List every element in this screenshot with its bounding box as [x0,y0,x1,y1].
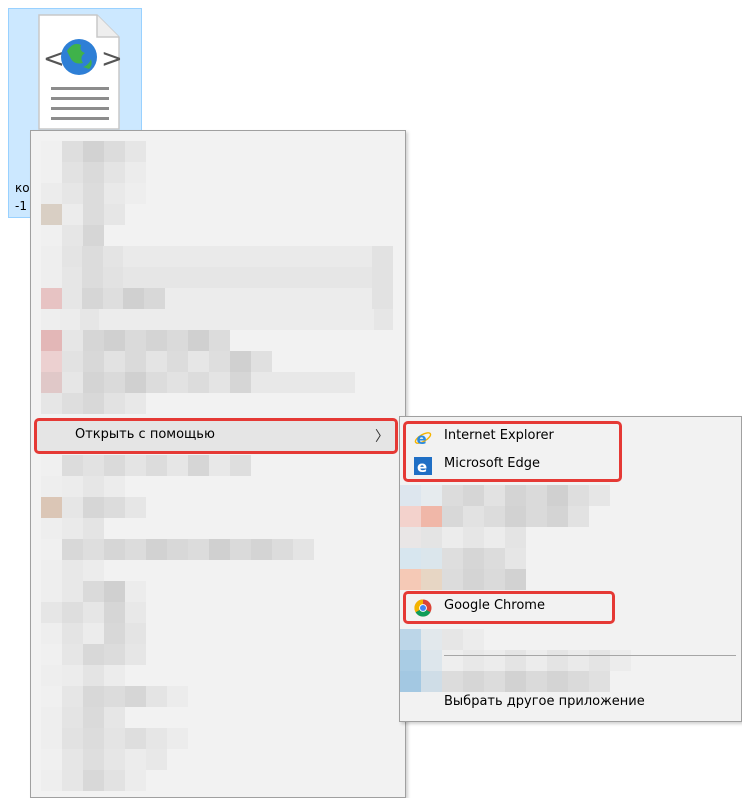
svg-text:e: e [417,430,427,447]
blurred-menu-item [41,497,146,518]
blurred-menu-item [41,518,104,539]
blurred-menu-item [41,309,393,330]
blurred-menu-item [41,246,394,267]
blurred-menu-item [41,225,104,246]
blurred-submenu-item [400,569,526,590]
microsoft-edge-icon: e [414,457,432,475]
submenu-item-internet-explorer[interactable]: e Internet Explorer [400,423,741,451]
blurred-submenu-item [400,527,526,548]
submenu-separator [444,655,736,656]
blurred-menu-item [41,351,272,372]
blurred-submenu-item [400,485,610,506]
blurred-menu-item [41,330,230,351]
context-menu: Открыть с помощью 〉 [30,130,406,798]
blurred-menu-item [41,288,394,309]
google-chrome-icon [414,599,432,617]
google-chrome-label: Google Chrome [444,598,545,613]
blurred-menu-item [41,560,104,581]
blurred-submenu-item [400,650,631,671]
submenu-item-choose-other-app[interactable]: Выбрать другое приложение [400,689,741,717]
chevron-right-icon: 〉 [375,429,389,445]
blurred-menu-item [41,372,393,393]
blurred-menu-item [41,141,146,162]
blurred-menu-item [41,665,125,686]
blurred-menu-item [41,455,251,476]
blurred-menu-item [41,267,394,288]
choose-other-app-label: Выбрать другое приложение [444,694,645,709]
blurred-menu-item [41,707,125,728]
internet-explorer-icon: e [414,430,432,447]
blurred-menu-item [41,686,188,707]
blurred-menu-item [41,728,188,749]
blurred-menu-item [41,476,125,497]
open-with-submenu: e Internet Explorer e Microsoft Edge Goo… [399,416,742,722]
blurred-submenu-item [400,629,484,650]
blurred-menu-item [41,644,146,665]
blurred-menu-item [41,770,146,791]
html-globe-file-icon: < > [38,14,123,130]
file-name-label: ко -1 [15,181,30,213]
blurred-menu-item [41,162,146,183]
internet-explorer-label: Internet Explorer [444,428,554,443]
blurred-menu-item [41,623,146,644]
blurred-menu-item [41,539,314,560]
svg-text:>: > [101,44,123,74]
blurred-submenu-item [400,506,589,527]
blurred-menu-item [41,581,146,602]
blurred-menu-item [41,602,146,623]
svg-text:e: e [417,458,427,475]
desktop: < > ко -1 Открыть с помощью 〉 e Internet… [0,0,742,798]
blurred-menu-item [41,183,146,204]
blurred-menu-item [41,393,146,414]
blurred-menu-item [41,204,125,225]
open-with-menu-item[interactable]: Открыть с помощью 〉 [37,421,397,451]
microsoft-edge-label: Microsoft Edge [444,456,541,471]
open-with-label: Открыть с помощью [75,427,215,442]
submenu-item-google-chrome[interactable]: Google Chrome [400,593,741,621]
blurred-submenu-item [400,548,526,569]
submenu-item-microsoft-edge[interactable]: e Microsoft Edge [400,451,741,479]
blurred-menu-item [41,749,167,770]
